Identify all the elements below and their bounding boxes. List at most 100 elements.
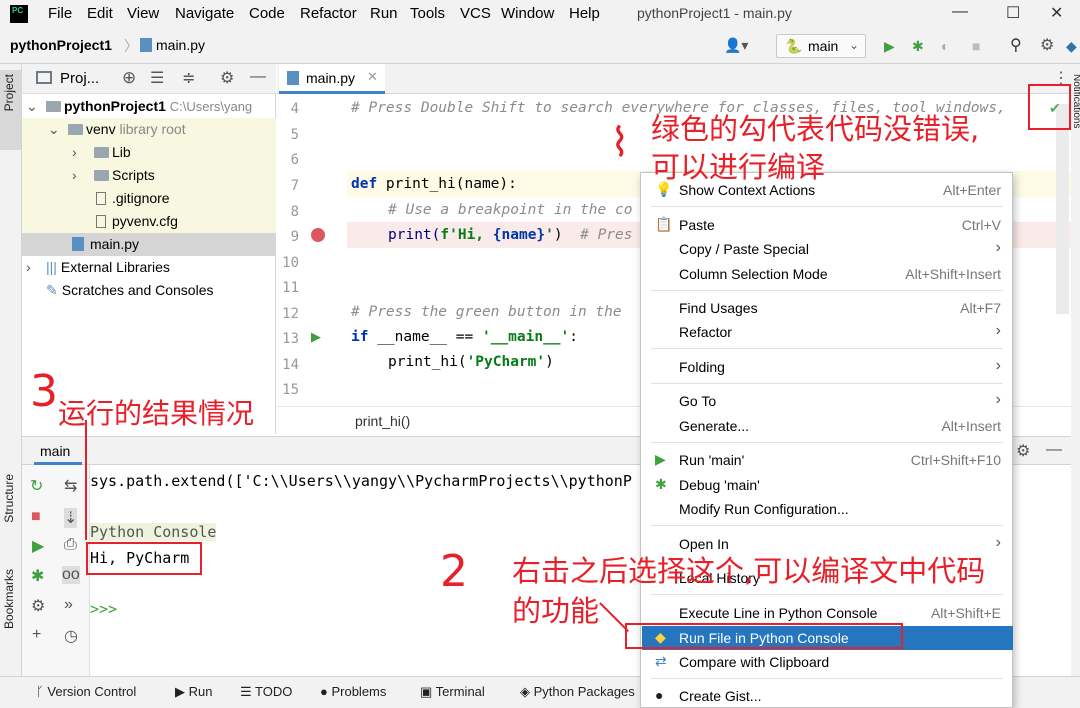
breadcrumb-function[interactable]: print_hi() (355, 413, 410, 429)
maximize-button[interactable]: ☐ (1006, 3, 1020, 23)
gear-icon[interactable]: ⚙ (1040, 35, 1054, 55)
debug-icon[interactable]: ✱ (912, 38, 924, 55)
stop-icon[interactable]: ■ (31, 508, 41, 526)
menu-run[interactable]: Run (370, 5, 398, 22)
statusbar-terminal[interactable]: ▣ Terminal (420, 684, 485, 700)
menu-item-label: Create Gist... (679, 688, 762, 704)
menu-file[interactable]: File (48, 5, 72, 22)
tree-item-scripts[interactable]: › Scripts (22, 164, 276, 187)
chevron-right-icon: › (995, 534, 1001, 551)
tree-item-pyvenv[interactable]: pyvenv.cfg (22, 210, 276, 233)
menu-refactor[interactable]: Refactor (300, 5, 357, 22)
rerun-icon[interactable]: ↻ (30, 476, 43, 496)
code-line-14[interactable]: print_hi('PyCharm') (388, 354, 554, 370)
gear-icon[interactable]: ⚙ (220, 68, 234, 88)
annotation-menu-line1: 右击之后选择这个,可以编译文中代码 (512, 554, 986, 588)
tree-item-lib[interactable]: › Lib (22, 141, 276, 164)
run-tab-main[interactable]: main (34, 437, 82, 465)
close-button[interactable]: ✕ (1050, 3, 1063, 23)
statusbar-python-packages[interactable]: ◈ Python Packages (520, 684, 635, 700)
menu-item-refactor[interactable]: Refactor › (642, 320, 1013, 344)
collapse-all-icon[interactable]: ≑ (182, 68, 195, 88)
tab-main-py[interactable]: main.py ✕ (279, 64, 385, 94)
soft-wrap-icon[interactable]: ⇆ (64, 476, 77, 496)
editor-scrollbar[interactable] (1056, 104, 1069, 314)
console-prompt[interactable]: >>> (90, 600, 117, 618)
menu-code[interactable]: Code (249, 5, 285, 22)
notifications-tool-tab[interactable]: Notifications (1071, 74, 1080, 128)
tree-item-scratches[interactable]: ✎ Scratches and Consoles (22, 279, 276, 302)
menu-item-copy-paste-special[interactable]: Copy / Paste Special › (642, 237, 1013, 261)
hide-panel-icon[interactable]: — (250, 68, 266, 86)
hide-panel-icon[interactable]: — (1046, 441, 1062, 459)
menu-item-go-to[interactable]: Go To › (642, 389, 1013, 413)
tree-item-venv[interactable]: ⌄ venv library root (22, 118, 276, 141)
expand-all-icon[interactable]: ☰ (150, 68, 164, 88)
run-gutter-icon[interactable]: ▶ (311, 329, 321, 345)
code-line-7[interactable]: def print_hi(name): (351, 176, 517, 192)
menu-item-folding[interactable]: Folding › (642, 355, 1013, 379)
breadcrumb-file[interactable]: main.py (140, 37, 205, 53)
coverage-icon[interactable]: ◐ (941, 38, 949, 54)
code-line-8[interactable]: # Use a breakpoint in the co (388, 202, 632, 218)
menu-item-modify-run-configuration[interactable]: Modify Run Configuration... (642, 497, 1013, 521)
minimize-button[interactable]: — (952, 3, 968, 21)
statusbar-problems[interactable]: ● Problems (320, 684, 386, 699)
menu-item-create-gist[interactable]: ● Create Gist... (642, 684, 1013, 708)
bookmarks-tool-tab[interactable]: Bookmarks (2, 569, 16, 629)
menu-window[interactable]: Window (501, 5, 554, 22)
run-icon[interactable]: ▶ (884, 38, 895, 55)
statusbar-todo[interactable]: ☰ TODO (240, 684, 292, 700)
menu-edit[interactable]: Edit (87, 5, 113, 22)
menu-view[interactable]: View (127, 5, 159, 22)
menu-tools[interactable]: Tools (410, 5, 445, 22)
code-line-9[interactable]: print(f'Hi, {name}') # Pres (388, 227, 633, 243)
forward-icon[interactable]: » (64, 596, 73, 614)
stop-icon[interactable]: ■ (972, 38, 980, 54)
statusbar-run[interactable]: ▶ Run (175, 684, 212, 700)
editor-tab-bar: main.py ✕ ⋮ (277, 64, 1071, 94)
variables-icon[interactable]: oo (62, 566, 80, 584)
python-plugin-icon[interactable]: ◆ (1066, 38, 1077, 55)
menu-item-generate[interactable]: Generate... Alt+Insert (642, 414, 1013, 438)
menu-item-label: Find Usages (679, 300, 758, 316)
statusbar-version-control[interactable]: ᚴ Version Control (36, 684, 136, 699)
menu-help[interactable]: Help (569, 5, 600, 22)
menu-item-debug-main[interactable]: ✱ Debug 'main' (642, 473, 1013, 497)
settings-icon[interactable]: ⚙ (31, 596, 45, 616)
menu-item-column-selection-mode[interactable]: Column Selection Mode Alt+Shift+Insert (642, 262, 1013, 286)
project-panel-title[interactable]: Proj... (60, 70, 99, 87)
print-icon[interactable]: ⎙ (64, 536, 77, 554)
history-icon[interactable]: ◷ (64, 626, 78, 646)
tree-item-main-py[interactable]: main.py (22, 233, 276, 256)
menu-vcs[interactable]: VCS (460, 5, 491, 22)
user-icon[interactable]: 👤▾ (724, 37, 748, 54)
breakpoint-icon[interactable] (311, 228, 325, 242)
menu-item-run-main[interactable]: ▶ Run 'main' Ctrl+Shift+F10 (642, 448, 1013, 472)
code-line-12[interactable]: # Press the green button in the (351, 304, 622, 320)
search-icon[interactable]: ⚲ (1010, 35, 1022, 55)
structure-tool-tab[interactable]: Structure (2, 474, 16, 523)
menu-item-paste[interactable]: 📋 Paste Ctrl+V (642, 213, 1013, 237)
annotation-marker-1: ⌇ (610, 120, 630, 166)
menu-item-compare-with-clipboard[interactable]: ⇄ Compare with Clipboard (642, 650, 1013, 674)
tree-item-pythonproject1[interactable]: ⌄ pythonProject1 C:\Users\yang (22, 95, 276, 118)
gear-icon[interactable]: ⚙ (1016, 441, 1030, 461)
run-config-select[interactable]: 🐍 main ⌄ (776, 34, 866, 58)
run-icon[interactable]: ▶ (32, 536, 44, 556)
menu-navigate[interactable]: Navigate (175, 5, 234, 22)
menu-item-execute-line-in-console[interactable]: Execute Line in Python Console Alt+Shift+… (642, 601, 1013, 625)
menu-item-find-usages[interactable]: Find Usages Alt+F7 (642, 296, 1013, 320)
locate-icon[interactable]: ⊕ (122, 68, 136, 88)
close-icon[interactable]: ✕ (367, 69, 378, 85)
scroll-to-end-icon[interactable]: ⇣ (64, 508, 78, 528)
project-tool-tab[interactable]: Project (2, 74, 16, 111)
chevron-down-icon: ⌄ (849, 38, 860, 52)
add-icon[interactable]: + (32, 626, 41, 644)
menu-separator (651, 525, 1003, 526)
code-line-13[interactable]: if __name__ == '__main__': (351, 329, 578, 345)
breadcrumb-project[interactable]: pythonProject1 (10, 37, 112, 53)
tree-item-external-libraries[interactable]: › ||| External Libraries (22, 256, 276, 279)
debug-icon[interactable]: ✱ (31, 566, 44, 586)
tree-item-gitignore[interactable]: .gitignore (22, 187, 276, 210)
